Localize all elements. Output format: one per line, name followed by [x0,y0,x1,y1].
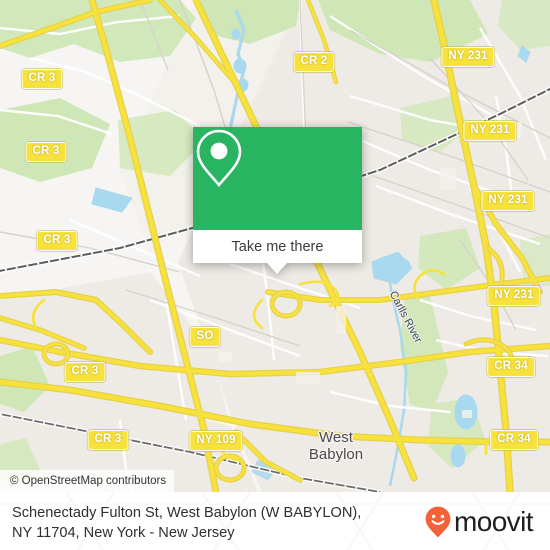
road-shield: CR 3 [36,231,78,251]
popup-hero [193,127,362,230]
road-shield: CR 34 [490,430,538,450]
address-block: Schenectady Fulton St, West Babylon (W B… [12,503,408,543]
moovit-wordmark: moovit [454,506,533,537]
map-canvas[interactable]: CR 3 CR 2 NY 231 NY 231 CR 3 NY 231 CR 3 NY 231… [0,0,550,492]
attribution-text: © OpenStreetMap contributors [10,475,167,487]
address-line-2: NY 11704, New York - New Jersey [12,525,235,541]
road-shield: CR 34 [487,357,535,377]
road-shield: NY 231 [481,191,535,211]
road-shield: CR 3 [21,69,63,89]
road-shield: NY 109 [189,431,243,451]
road-shield: NY 231 [441,47,495,67]
moovit-smiley-pin-icon [425,506,451,538]
road-shield: NY 231 [463,121,517,141]
road-shield: CR 3 [87,430,129,450]
popup-pointer [267,263,287,274]
road-shield: CR 3 [25,142,67,162]
address-line-1: Schenectady Fulton St, West Babylon (W B… [12,505,362,521]
road-shield: SO [189,327,221,347]
road-shield: CR 3 [64,362,106,382]
footer-bar: Schenectady Fulton St, West Babylon (W B… [0,492,550,550]
take-me-there-label: Take me there [231,238,324,255]
location-popup-card[interactable]: Take me there [193,127,362,274]
map-attribution[interactable]: © OpenStreetMap contributors [0,470,175,492]
moovit-logo[interactable]: moovit [425,506,533,538]
take-me-there-button[interactable]: Take me there [193,230,362,263]
road-shield: NY 231 [487,286,541,306]
map-pin-icon [196,129,242,188]
map-screen: CR 3 CR 2 NY 231 NY 231 CR 3 NY 231 CR 3 NY 231… [0,0,550,550]
road-shield: CR 2 [293,52,335,72]
